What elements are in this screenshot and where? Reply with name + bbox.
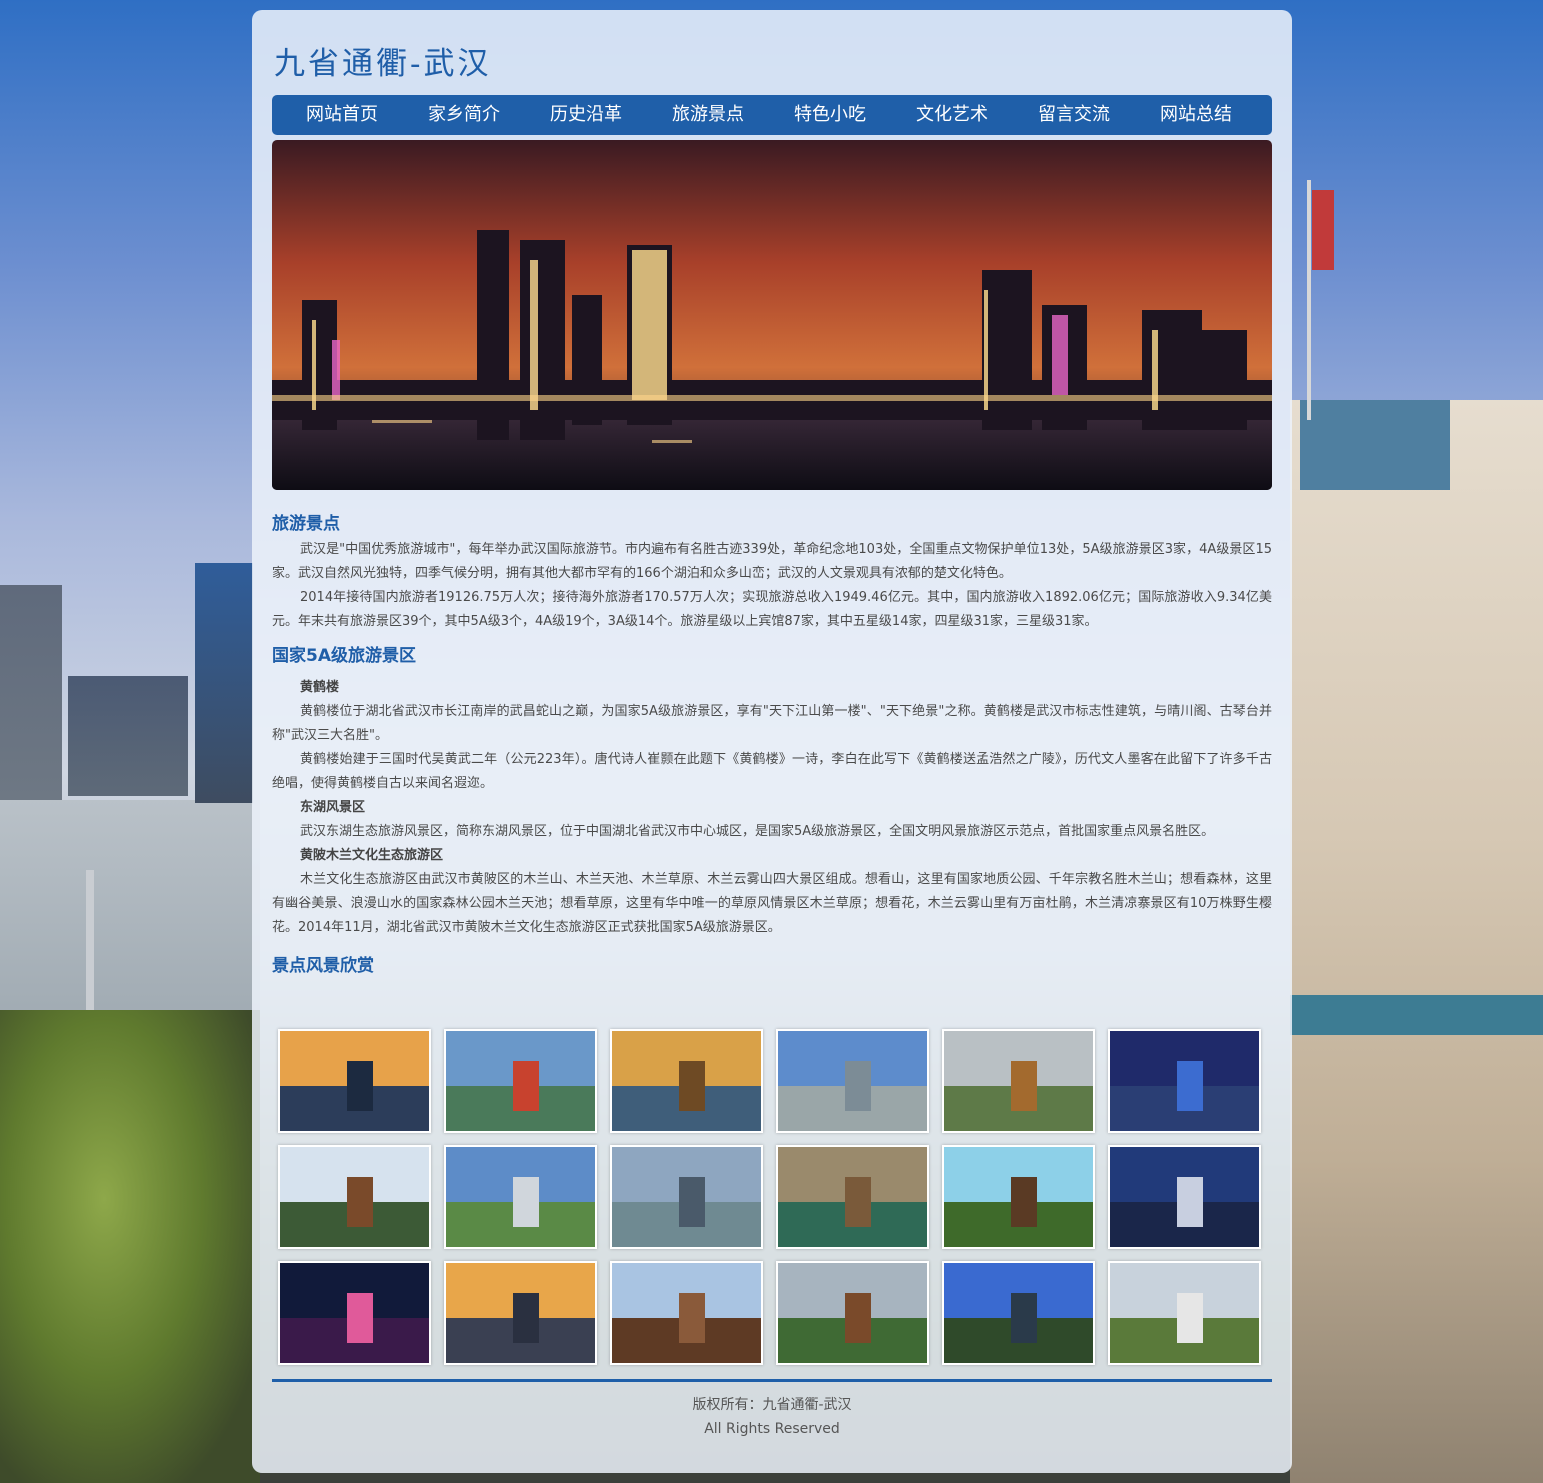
banner-image — [272, 140, 1272, 490]
gallery-thumbnail[interactable] — [776, 1145, 929, 1249]
background-building — [0, 585, 62, 800]
footer: 版权所有：九省通衢-武汉 All Rights Reserved — [252, 1393, 1292, 1441]
section-title-tourism: 旅游景点 — [272, 514, 340, 534]
city-night-skyline-image — [272, 140, 1272, 490]
gallery-thumbnail[interactable] — [444, 1029, 597, 1133]
section-title-gallery: 景点风景欣赏 — [272, 956, 374, 976]
paragraph: 黄鹤楼始建于三国时代吴黄武二年（公元223年）。唐代诗人崔颢在此题下《黄鹤楼》一… — [272, 752, 1272, 791]
subhead-donghu: 东湖风景区 — [300, 800, 366, 815]
gallery-thumbnail[interactable] — [444, 1261, 597, 1365]
content: 旅游景点 武汉是"中国优秀旅游城市"，每年举办武汉国际旅游节。市内遍布有名胜古迹… — [272, 510, 1272, 980]
site-title: 九省通衢-武汉 — [274, 46, 492, 82]
gallery-thumbnail[interactable] — [1108, 1261, 1261, 1365]
thumbnail-landmark — [845, 1293, 872, 1343]
background-flag — [1312, 190, 1334, 270]
thumbnail-landmark — [679, 1293, 706, 1343]
subhead-huanghelou: 黄鹤楼 — [300, 680, 340, 695]
thumbnail-landmark — [1011, 1293, 1038, 1343]
footer-divider — [272, 1379, 1272, 1382]
thumbnail-landmark — [1011, 1061, 1038, 1111]
background-building — [68, 676, 188, 796]
thumbnail-landmark — [347, 1293, 374, 1343]
scenery-gallery — [278, 1029, 1268, 1365]
nav-item-intro[interactable]: 家乡简介 — [403, 95, 525, 135]
gallery-thumbnail[interactable] — [278, 1145, 431, 1249]
thumbnail-landmark — [1177, 1177, 1204, 1227]
gallery-thumbnail[interactable] — [776, 1029, 929, 1133]
thumbnail-landmark — [1177, 1293, 1204, 1343]
nav-item-guestbook[interactable]: 留言交流 — [1013, 95, 1135, 135]
thumbnail-landmark — [679, 1061, 706, 1111]
paragraph: 木兰文化生态旅游区由武汉市黄陂区的木兰山、木兰天池、木兰草原、木兰云雾山四大景区… — [272, 872, 1272, 935]
gallery-thumbnail[interactable] — [610, 1145, 763, 1249]
thumbnail-landmark — [513, 1293, 540, 1343]
main-panel: 九省通衢-武汉 网站首页 家乡简介 历史沿革 旅游景点 特色小吃 文化艺术 留言… — [252, 10, 1292, 1473]
copyright-text: 版权所有：九省通衢-武汉 — [692, 1397, 852, 1413]
background-clock-tower — [1290, 400, 1543, 1483]
gallery-thumbnail[interactable] — [278, 1029, 431, 1133]
gallery-thumbnail[interactable] — [942, 1029, 1095, 1133]
gallery-thumbnail[interactable] — [776, 1261, 929, 1365]
thumbnail-landmark — [679, 1177, 706, 1227]
paragraph: 武汉是"中国优秀旅游城市"，每年举办武汉国际旅游节。市内遍布有名胜古迹339处，… — [272, 542, 1272, 581]
thumbnail-landmark — [1177, 1061, 1204, 1111]
background-flagpole — [1307, 180, 1311, 420]
background-tree — [0, 1010, 260, 1483]
nav-item-snacks[interactable]: 特色小吃 — [769, 95, 891, 135]
subhead-mulan: 黄陂木兰文化生态旅游区 — [300, 848, 444, 863]
thumbnail-landmark — [347, 1061, 374, 1111]
gallery-thumbnail[interactable] — [1108, 1029, 1261, 1133]
nav-item-summary[interactable]: 网站总结 — [1135, 95, 1257, 135]
rights-text: All Rights Reserved — [704, 1421, 840, 1437]
gallery-thumbnail[interactable] — [942, 1261, 1095, 1365]
nav-item-home[interactable]: 网站首页 — [281, 95, 403, 135]
paragraph: 黄鹤楼位于湖北省武汉市长江南岸的武昌蛇山之巅，为国家5A级旅游景区，享有"天下江… — [272, 704, 1272, 743]
nav-item-history[interactable]: 历史沿革 — [525, 95, 647, 135]
paragraph: 武汉东湖生态旅游风景区，简称东湖风景区，位于中国湖北省武汉市中心城区，是国家5A… — [300, 824, 1215, 839]
gallery-thumbnail[interactable] — [610, 1029, 763, 1133]
background-tower-roof — [1300, 400, 1450, 490]
main-nav: 网站首页 家乡简介 历史沿革 旅游景点 特色小吃 文化艺术 留言交流 网站总结 — [272, 95, 1272, 135]
nav-item-culture[interactable]: 文化艺术 — [891, 95, 1013, 135]
thumbnail-landmark — [1011, 1177, 1038, 1227]
gallery-thumbnail[interactable] — [942, 1145, 1095, 1249]
gallery-thumbnail[interactable] — [278, 1261, 431, 1365]
thumbnail-landmark — [845, 1177, 872, 1227]
gallery-thumbnail[interactable] — [610, 1261, 763, 1365]
background-roof — [1290, 995, 1543, 1035]
thumbnail-landmark — [513, 1061, 540, 1111]
gallery-thumbnail[interactable] — [1108, 1145, 1261, 1249]
thumbnail-landmark — [845, 1061, 872, 1111]
nav-item-attractions[interactable]: 旅游景点 — [647, 95, 769, 135]
section-title-5a: 国家5A级旅游景区 — [272, 646, 416, 666]
background-building — [195, 563, 253, 803]
thumbnail-landmark — [513, 1177, 540, 1227]
thumbnail-landmark — [347, 1177, 374, 1227]
paragraph: 2014年接待国内旅游者19126.75万人次；接待海外旅游者170.57万人次… — [272, 590, 1272, 629]
gallery-thumbnail[interactable] — [444, 1145, 597, 1249]
